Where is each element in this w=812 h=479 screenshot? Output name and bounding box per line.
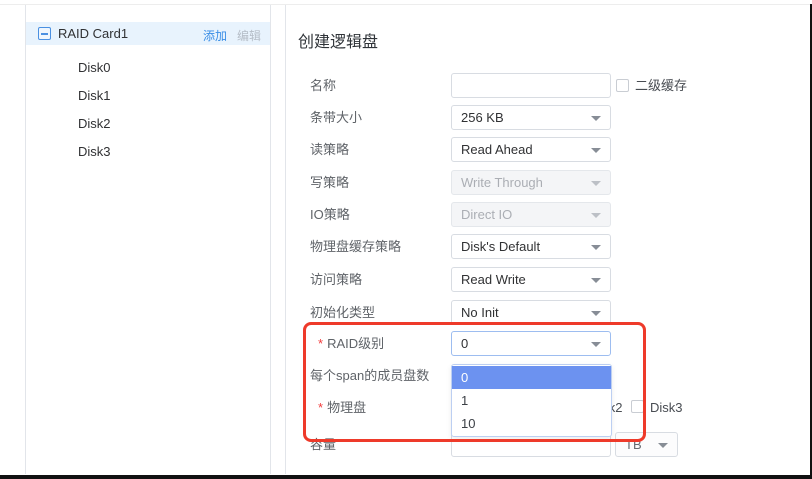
chevron-down-icon (591, 213, 601, 218)
required-marker: * (318, 400, 323, 415)
stripe-size-label: 条带大小 (310, 105, 445, 130)
secondary-cache-label: 二级缓存 (635, 77, 687, 94)
sidebar-item-disk1[interactable]: Disk1 (78, 86, 111, 106)
io-policy-label: IO策略 (310, 202, 445, 227)
chevron-down-icon (591, 342, 601, 347)
read-policy-select[interactable]: Read Ahead (451, 137, 611, 162)
raid-card-label[interactable]: RAID Card1 (58, 26, 128, 41)
raid-level-select[interactable]: 0 (451, 331, 611, 356)
disk3-checkbox-label: Disk3 (650, 399, 683, 416)
required-marker: * (318, 336, 323, 351)
add-link[interactable]: 添加 (203, 27, 227, 44)
init-type-select[interactable]: No Init (451, 300, 611, 325)
capacity-label: 容量 (310, 432, 445, 457)
physical-disk-label: *物理盘 (318, 395, 453, 420)
edit-link[interactable]: 编辑 (237, 27, 261, 44)
raid-option-10[interactable]: 10 (452, 412, 611, 435)
capacity-unit-select[interactable]: TB (615, 432, 678, 457)
access-policy-select[interactable]: Read Write (451, 267, 611, 292)
stripe-size-select[interactable]: 256 KB (451, 105, 611, 130)
sidebar-item-raid-card1[interactable]: RAID Card1 添加 编辑 (26, 22, 270, 45)
raid-level-dropdown: 0 1 10 (451, 364, 612, 437)
read-policy-label: 读策略 (310, 137, 445, 162)
init-type-label: 初始化类型 (310, 300, 445, 325)
chevron-down-icon (591, 181, 601, 186)
screenshot-bottom-border (0, 475, 812, 479)
sidebar-item-disk2[interactable]: Disk2 (78, 114, 111, 134)
main-panel-left-border (285, 5, 286, 474)
chevron-down-icon (591, 116, 601, 121)
chevron-down-icon (591, 278, 601, 283)
pd-cache-policy-label: 物理盘缓存策略 (310, 234, 445, 259)
write-policy-label: 写策略 (310, 170, 445, 195)
chevron-down-icon (591, 311, 601, 316)
disk3-checkbox[interactable] (631, 400, 644, 413)
chevron-down-icon (658, 443, 668, 448)
chevron-down-icon (591, 245, 601, 250)
write-policy-select: Write Through (451, 170, 611, 195)
collapse-minus-icon[interactable] (38, 27, 51, 40)
raid-config-window: RAID Card1 添加 编辑 Disk0 Disk1 Disk2 Disk3… (0, 0, 812, 479)
top-divider (0, 4, 812, 5)
sidebar-item-disk0[interactable]: Disk0 (78, 58, 111, 78)
raid-level-label: *RAID级别 (318, 331, 453, 356)
io-policy-select: Direct IO (451, 202, 611, 227)
raid-option-0[interactable]: 0 (452, 366, 611, 389)
page-title: 创建逻辑盘 (298, 28, 378, 52)
name-input[interactable] (451, 73, 611, 98)
chevron-down-icon (591, 148, 601, 153)
sidebar-item-disk3[interactable]: Disk3 (78, 142, 111, 162)
raid-option-1[interactable]: 1 (452, 389, 611, 412)
secondary-cache-checkbox[interactable] (616, 79, 629, 92)
access-policy-label: 访问策略 (310, 267, 445, 292)
sidebar-left-border (25, 5, 26, 474)
name-label: 名称 (310, 73, 445, 98)
pd-cache-policy-select[interactable]: Disk's Default (451, 234, 611, 259)
span-members-label: 每个span的成员盘数 (310, 363, 445, 388)
sidebar-right-border (270, 5, 271, 474)
